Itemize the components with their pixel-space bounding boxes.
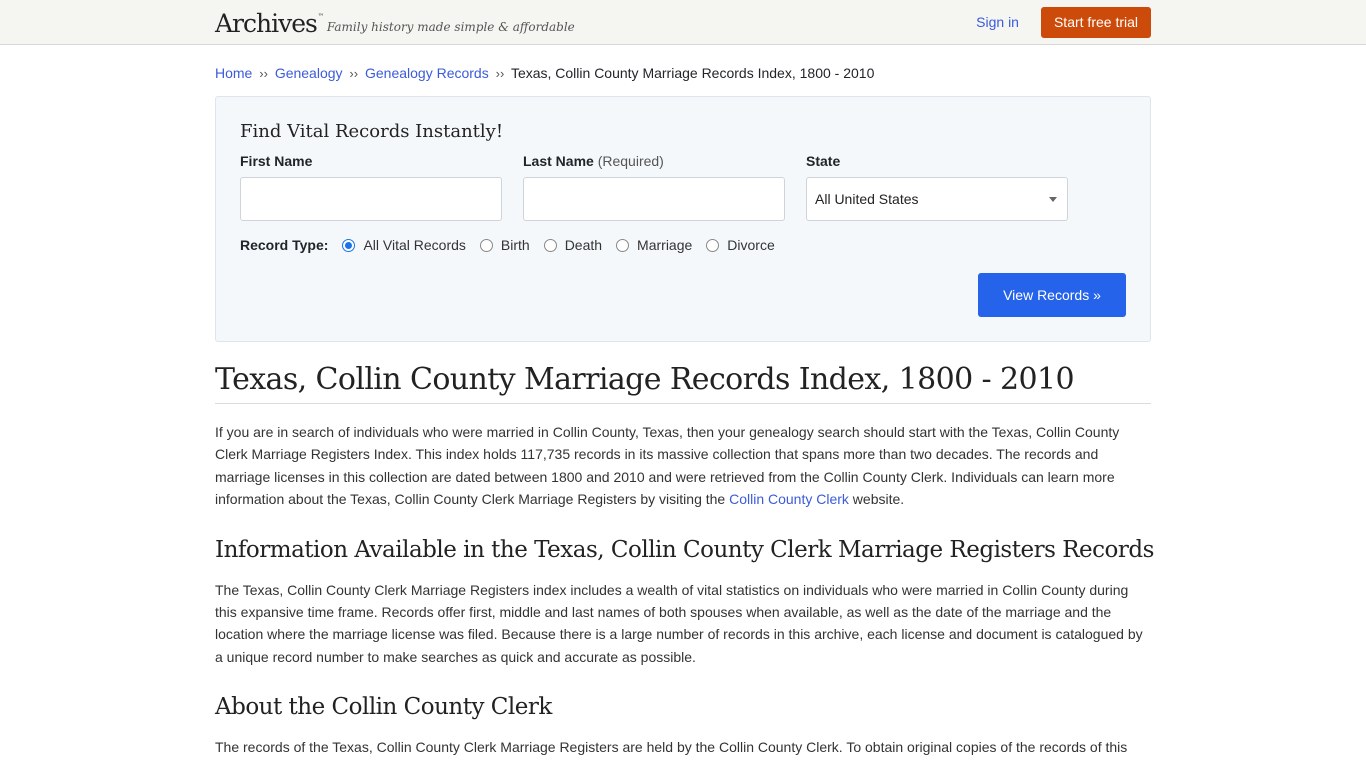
state-select[interactable]: All United States [806,177,1068,221]
section-heading-about: About the Collin County Clerk [215,694,552,721]
radio-unchecked-icon[interactable] [543,238,557,252]
trademark-symbol: ™ [317,12,324,20]
radio-marriage[interactable]: Marriage [616,237,692,253]
section-paragraph-about: The records of the Texas, Collin County … [215,739,1128,756]
required-hint: (Required) [597,153,664,169]
radio-unchecked-icon[interactable] [616,238,630,252]
last-name-input[interactable] [523,177,785,221]
main-content: Home ›› Genealogy ›› Genealogy Records ›… [215,65,1154,759]
tagline: Family history made simple & affordable [326,19,575,34]
view-records-button[interactable]: View Records » [978,273,1126,317]
radio-divorce[interactable]: Divorce [706,237,775,253]
radio-birth[interactable]: Birth [479,237,530,253]
collin-county-clerk-link[interactable]: Collin County Clerk [729,491,849,507]
start-free-trial-button[interactable]: Start free trial [1040,6,1151,38]
logo[interactable]: Archives™ [215,8,324,38]
first-name-label: First Name [240,153,313,169]
section-heading-information: Information Available in the Texas, Coll… [215,536,1154,563]
first-name-input[interactable] [240,177,502,221]
sign-in-link[interactable]: Sign in [976,14,1019,30]
top-navbar: Archives™ Family history made simple & a… [0,0,1366,45]
brand: Archives™ Family history made simple & a… [215,8,575,38]
breadcrumb: Home ›› Genealogy ›› Genealogy Records ›… [215,65,1151,81]
breadcrumb-genealogy-records[interactable]: Genealogy Records [365,65,489,81]
state-label: State [806,153,841,169]
page-title: Texas, Collin County Marriage Records In… [215,362,1151,404]
radio-label: Marriage [637,237,693,253]
breadcrumb-genealogy[interactable]: Genealogy [275,65,343,81]
breadcrumb-separator: ›› [495,66,505,81]
record-type-label: Record Type: [240,237,329,253]
breadcrumb-current: Texas, Collin County Marriage Records In… [510,65,875,81]
radio-label: Death [564,237,603,253]
intro-paragraph: If you are in search of individuals who … [215,424,1120,508]
radio-label: All Vital Records [363,237,466,253]
breadcrumb-separator: ›› [259,66,268,81]
search-panel: Find Vital Records Instantly! First Name… [215,96,1151,342]
radio-unchecked-icon[interactable] [706,238,720,252]
breadcrumb-separator: ›› [349,66,359,81]
radio-label: Birth [500,237,530,253]
radio-death[interactable]: Death [543,237,603,253]
radio-all-vital-records[interactable]: All Vital Records [342,237,466,253]
radio-checked-icon[interactable] [342,238,356,252]
record-type-group: Record Type: All Vital Records Birth Dea… [240,237,1126,253]
logo-text: Archives [215,8,318,38]
radio-label: Divorce [727,237,775,253]
last-name-label: Last Name (Required) [523,153,664,169]
state-select-value: All United States [815,191,919,207]
radio-unchecked-icon[interactable] [479,238,493,252]
chevron-down-icon [1049,196,1057,202]
search-panel-title: Find Vital Records Instantly! [240,121,504,142]
breadcrumb-home[interactable]: Home [215,65,252,81]
section-paragraph-information: The Texas, Collin County Clerk Marriage … [215,581,1143,665]
